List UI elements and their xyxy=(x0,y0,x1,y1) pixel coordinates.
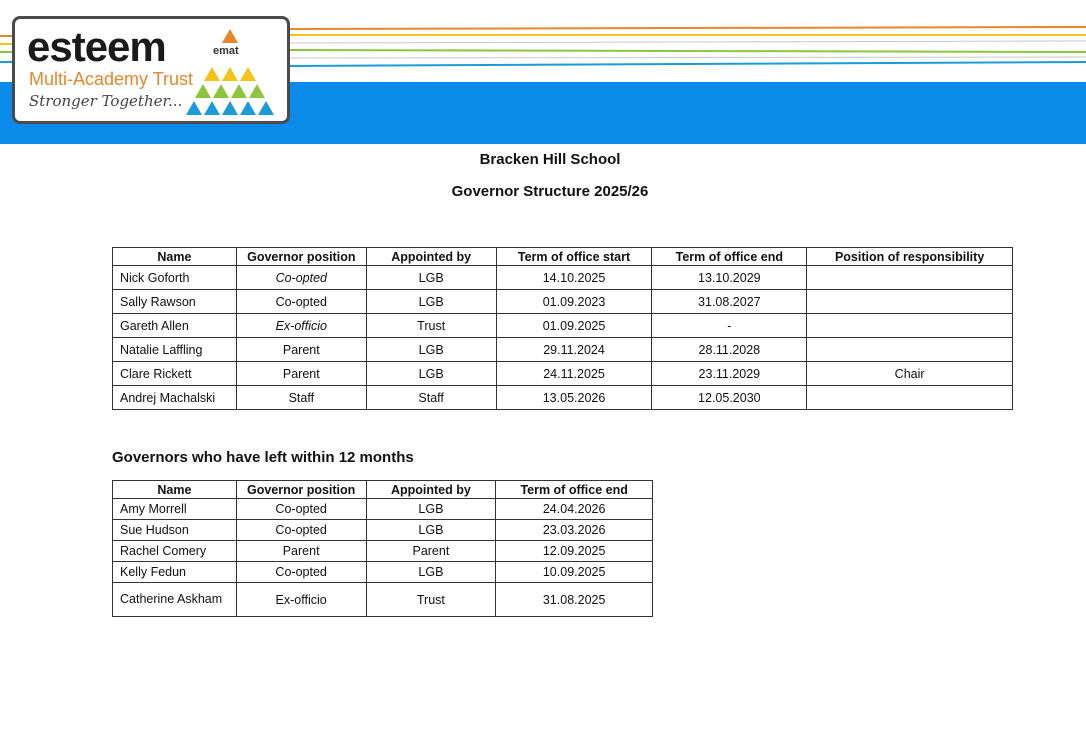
governor-name: Sally Rawson xyxy=(112,289,237,314)
responsibility xyxy=(806,265,1013,290)
appointed-by: LGB xyxy=(365,498,497,520)
governor-position: Co-opted xyxy=(235,498,367,520)
table-row: Clare Rickett Parent LGB 24.11.2025 23.1… xyxy=(112,361,1013,386)
term-start: 29.11.2024 xyxy=(495,337,653,362)
table-row: Rachel Comery Parent Parent 12.09.2025 xyxy=(112,540,653,562)
responsibility xyxy=(806,289,1013,314)
appointed-by: LGB xyxy=(365,519,497,541)
document-title: Governor Structure 2025/26 xyxy=(451,183,649,200)
term-end: 23.11.2029 xyxy=(651,361,808,386)
appointed-by: Staff xyxy=(365,385,497,410)
appointed-by: LGB xyxy=(365,337,497,362)
table-row: Amy Morrell Co-opted LGB 24.04.2026 xyxy=(112,498,653,520)
governor-position: Co-opted xyxy=(235,519,367,541)
logo-tagline: Stronger Together... xyxy=(29,92,183,110)
governor-name: Nick Goforth xyxy=(112,265,237,290)
governor-position: Parent xyxy=(235,361,367,386)
responsibility xyxy=(806,313,1013,338)
col-header: Term of office start xyxy=(495,247,653,266)
appointed-by: Trust xyxy=(365,582,497,617)
term-end: 24.04.2026 xyxy=(495,498,653,520)
term-start: 01.09.2023 xyxy=(495,289,653,314)
appointed-by: LGB xyxy=(365,361,497,386)
governor-position: Co-opted xyxy=(235,561,367,583)
col-header: Term of office end xyxy=(495,480,653,499)
governor-name: Amy Morrell xyxy=(112,498,237,520)
term-end: 31.08.2025 xyxy=(495,582,653,617)
current-governors-table: Name Governor position Appointed by Term… xyxy=(112,247,1013,410)
table-row: Sue Hudson Co-opted LGB 23.03.2026 xyxy=(112,519,653,541)
term-start: 01.09.2025 xyxy=(495,313,653,338)
responsibility: Chair xyxy=(806,361,1013,386)
table-row: Natalie Laffling Parent LGB 29.11.2024 2… xyxy=(112,337,1013,362)
table-header-row: Name Governor position Appointed by Term… xyxy=(112,247,1013,266)
governor-position: Co-opted xyxy=(235,265,367,290)
governor-position: Ex-officio xyxy=(235,313,367,338)
appointed-by: Parent xyxy=(365,540,497,562)
left-governors-heading: Governors who have left within 12 months xyxy=(112,449,414,466)
governor-position: Parent xyxy=(235,540,367,562)
col-header: Appointed by xyxy=(365,480,497,499)
col-header: Name xyxy=(112,480,237,499)
governor-name: Kelly Fedun xyxy=(112,561,237,583)
governor-name: Clare Rickett xyxy=(112,361,237,386)
col-header: Position of responsibility xyxy=(806,247,1013,266)
term-end: 12.09.2025 xyxy=(495,540,653,562)
term-start: 14.10.2025 xyxy=(495,265,653,290)
governor-name: Sue Hudson xyxy=(112,519,237,541)
governor-name: Natalie Laffling xyxy=(112,337,237,362)
term-end: 10.09.2025 xyxy=(495,561,653,583)
appointed-by: LGB xyxy=(365,265,497,290)
table-row: Gareth Allen Ex-officio Trust 01.09.2025… xyxy=(112,313,1013,338)
governor-position: Co-opted xyxy=(235,289,367,314)
col-header: Name xyxy=(112,247,237,266)
governor-name: Gareth Allen xyxy=(112,313,237,338)
table-row: Sally Rawson Co-opted LGB 01.09.2023 31.… xyxy=(112,289,1013,314)
col-header: Appointed by xyxy=(365,247,497,266)
school-name: Bracken Hill School xyxy=(479,151,621,168)
page-header: esteem emat Multi-Academy Trust Stronger… xyxy=(0,0,1086,144)
term-end: 31.08.2027 xyxy=(651,289,808,314)
governor-position: Ex-officio xyxy=(235,582,367,617)
col-header: Term of office end xyxy=(651,247,808,266)
appointed-by: Trust xyxy=(365,313,497,338)
governor-position: Parent xyxy=(235,337,367,362)
triangle-pyramid-icon xyxy=(186,29,274,115)
term-start: 24.11.2025 xyxy=(495,361,653,386)
table-header-row: Name Governor position Appointed by Term… xyxy=(112,480,653,499)
governor-position: Staff xyxy=(235,385,367,410)
term-end: 23.03.2026 xyxy=(495,519,653,541)
col-header: Governor position xyxy=(235,247,367,266)
logo-brand-text: esteem xyxy=(27,23,167,70)
table-row: Andrej Machalski Staff Staff 13.05.2026 … xyxy=(112,385,1013,410)
term-end: - xyxy=(651,313,808,338)
term-start: 13.05.2026 xyxy=(495,385,653,410)
governor-name: Rachel Comery xyxy=(112,540,237,562)
term-end: 28.11.2028 xyxy=(651,337,808,362)
appointed-by: LGB xyxy=(365,561,497,583)
appointed-by: LGB xyxy=(365,289,497,314)
term-end: 13.10.2029 xyxy=(651,265,808,290)
col-header: Governor position xyxy=(235,480,367,499)
table-row: Kelly Fedun Co-opted LGB 10.09.2025 xyxy=(112,561,653,583)
logo-trust-text: Multi-Academy Trust xyxy=(29,69,194,89)
responsibility xyxy=(806,337,1013,362)
left-governors-table: Name Governor position Appointed by Term… xyxy=(112,480,653,617)
responsibility xyxy=(806,385,1013,410)
governor-name: Catherine Askham xyxy=(112,582,237,617)
governor-name: Andrej Machalski xyxy=(112,385,237,410)
table-row: Catherine Askham Ex-officio Trust 31.08.… xyxy=(112,582,653,617)
esteem-logo: esteem emat Multi-Academy Trust Stronger… xyxy=(12,16,290,124)
term-end: 12.05.2030 xyxy=(651,385,808,410)
table-row: Nick Goforth Co-opted LGB 14.10.2025 13.… xyxy=(112,265,1013,290)
